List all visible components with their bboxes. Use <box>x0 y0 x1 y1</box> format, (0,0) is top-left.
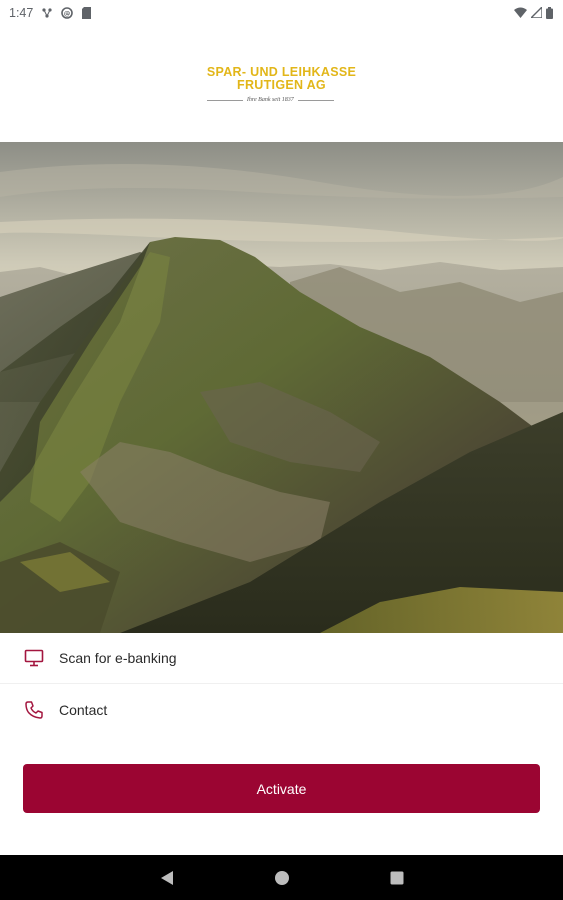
menu-item-contact[interactable]: Contact <box>0 684 563 735</box>
back-icon[interactable] <box>160 870 174 886</box>
activate-button[interactable]: Activate <box>23 764 540 813</box>
sd-card-icon <box>81 6 92 19</box>
recents-icon[interactable] <box>390 871 404 885</box>
status-bar: 1:47 @ <box>0 0 563 25</box>
menu-item-scan[interactable]: Scan for e-banking <box>0 633 563 684</box>
battery-icon <box>546 6 553 19</box>
logo-rule-left <box>206 100 243 101</box>
mountain-landscape-photo <box>0 142 563 633</box>
svg-text:@: @ <box>64 9 71 17</box>
logo-rule-right <box>297 100 334 101</box>
hero-image <box>0 142 563 633</box>
logo-tag: Ihre Bank seit 1837 <box>206 94 356 107</box>
monitor-icon <box>23 647 45 669</box>
logo-area: SPAR- UND LEIHKASSE FRUTIGEN AG Ihre Ban… <box>0 25 563 142</box>
menu-item-label: Contact <box>59 701 108 718</box>
data-saver-icon <box>41 7 53 19</box>
status-time: 1:47 <box>9 5 34 20</box>
logo-line2: FRUTIGEN AG <box>237 78 326 92</box>
status-left: 1:47 @ <box>9 6 92 20</box>
menu-list: Scan for e-banking Contact <box>0 633 563 735</box>
menu-item-label: Scan for e-banking <box>59 650 177 666</box>
wifi-icon <box>514 7 527 18</box>
signal-icon <box>531 7 542 18</box>
bank-logo: SPAR- UND LEIHKASSE FRUTIGEN AG Ihre Ban… <box>206 66 356 107</box>
home-icon[interactable] <box>274 870 290 886</box>
phone-icon <box>23 699 45 721</box>
sync-icon: @ <box>61 6 74 19</box>
status-right <box>514 6 553 19</box>
logo-tagline: Ihre Bank seit 1837 <box>246 97 294 103</box>
system-nav-bar <box>0 855 563 900</box>
